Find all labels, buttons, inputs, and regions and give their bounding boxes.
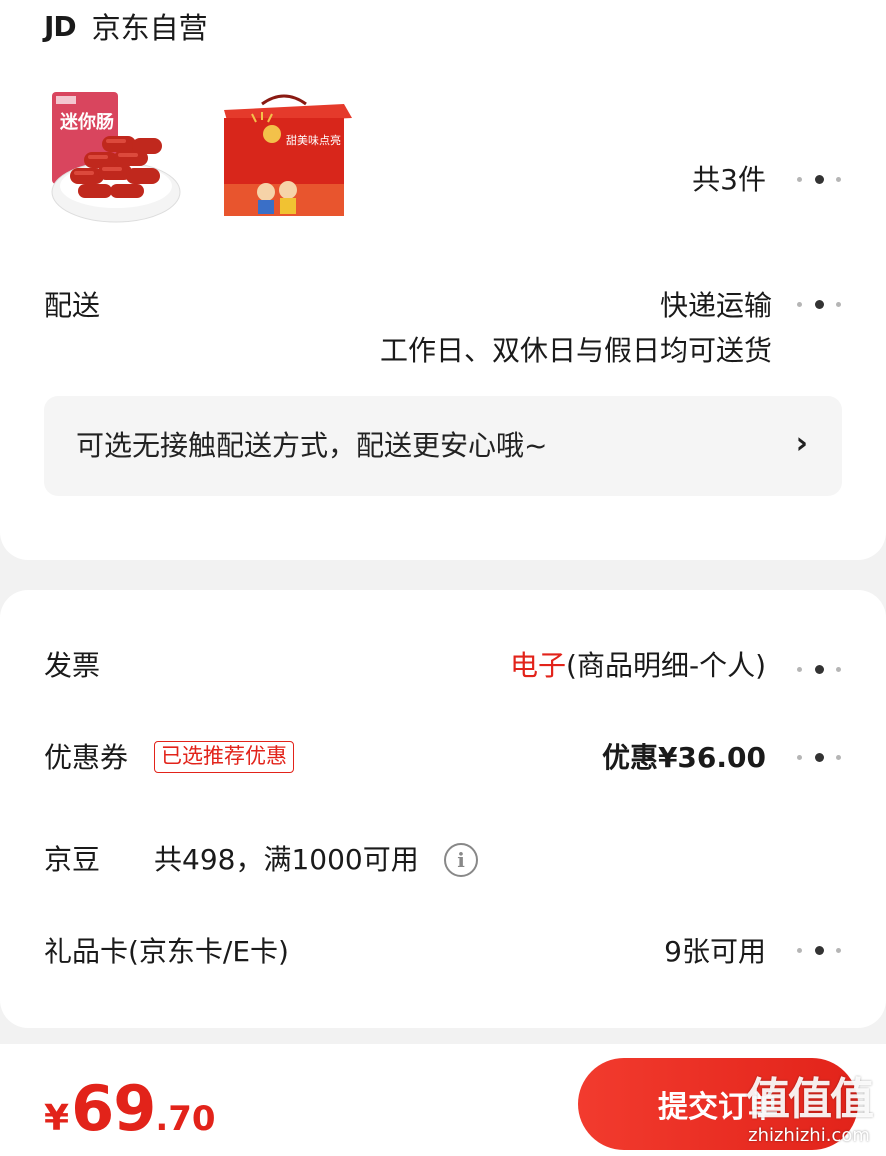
price-integer: 69 (71, 1072, 156, 1145)
invoice-value[interactable]: 电子(商品明细-个人) (510, 648, 766, 684)
sausage-image: 迷你肠 (48, 88, 184, 224)
invoice-type: 电子 (510, 649, 567, 682)
total-price: ¥ 69 .70 (44, 1072, 216, 1145)
delivery-schedule: 工作日、双休日与假日均可送货 (379, 334, 772, 367)
delivery-label: 配送 (44, 289, 101, 322)
gift-box-text: 甜美味点亮 幸福时刻 (286, 133, 352, 147)
gift-box-image: 甜美味点亮 幸福时刻 (216, 88, 352, 224)
jd-logo: JD (44, 9, 77, 43)
more-icon[interactable] (797, 752, 841, 762)
giftcard-label: 礼品卡(京东卡/E卡) (44, 935, 289, 968)
jingdou-label: 京豆 (44, 843, 101, 876)
more-icon[interactable] (797, 664, 841, 674)
jingdou-info: 共498，满1000可用 (154, 843, 419, 876)
delivery-method[interactable]: 快递运输 (660, 288, 772, 324)
store-name: 京东自营 (91, 11, 208, 45)
coupon-discount[interactable]: 优惠¥36.00 (602, 740, 766, 776)
product-thumbnail-sausage[interactable]: 迷你肠 (48, 88, 184, 224)
pack-text: 迷你肠 (59, 111, 114, 133)
store-header[interactable]: JD 京东自营 (44, 4, 208, 48)
price-decimal: .70 (155, 1099, 216, 1139)
contactless-delivery-banner[interactable]: 可选无接触配送方式，配送更安心哦~ › (44, 396, 842, 496)
invoice-detail: (商品明细-个人) (566, 649, 766, 682)
giftcard-available[interactable]: 9张可用 (664, 934, 766, 970)
chevron-right-icon: › (795, 426, 808, 461)
price-currency: ¥ (44, 1098, 70, 1139)
info-icon[interactable]: i (444, 843, 478, 877)
more-icon[interactable] (797, 174, 841, 184)
item-count: 共3件 (692, 163, 766, 196)
submit-order-button[interactable]: 提交订单 (578, 1058, 858, 1150)
contactless-delivery-text: 可选无接触配送方式，配送更安心哦~ (76, 429, 548, 462)
order-items-card: JD 京东自营 迷你肠 甜美味点亮 幸 共3件 配送 快递运输 工作日、双休日与… (0, 0, 886, 560)
more-icon[interactable] (797, 299, 841, 309)
more-icon[interactable] (797, 945, 841, 955)
product-thumbnail-gift-box[interactable]: 甜美味点亮 幸福时刻 (216, 88, 352, 224)
coupon-label: 优惠券 (44, 741, 129, 774)
coupon-recommended-tag: 已选推荐优惠 (154, 741, 294, 773)
invoice-label: 发票 (44, 649, 101, 682)
